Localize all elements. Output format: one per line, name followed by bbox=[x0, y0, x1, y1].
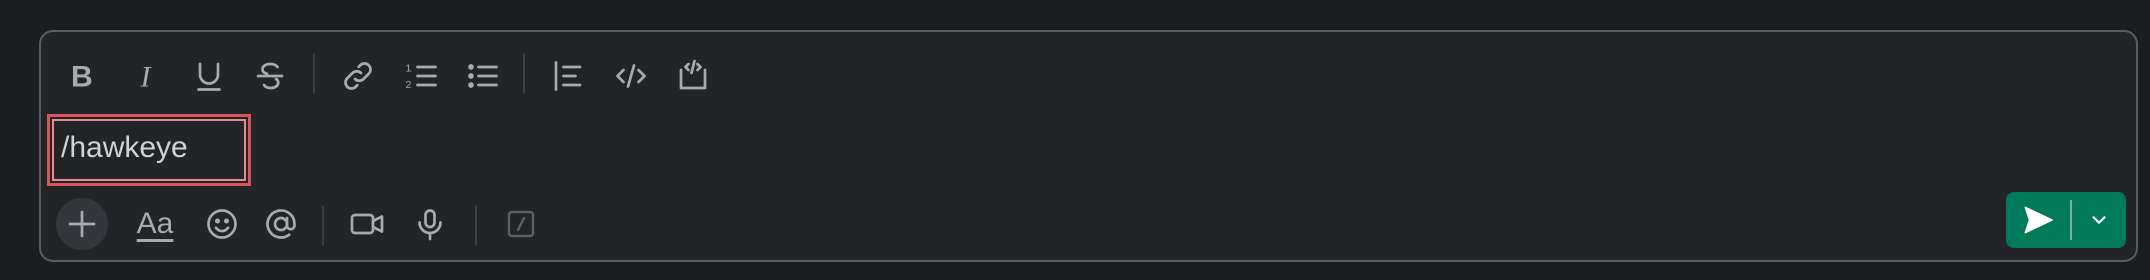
microphone-icon bbox=[418, 209, 442, 241]
mention-icon bbox=[266, 209, 296, 239]
composer-actions: Aa bbox=[41, 192, 2136, 262]
video-button[interactable] bbox=[341, 198, 393, 250]
svg-text:B: B bbox=[71, 61, 93, 94]
message-composer: B I 12 /hawkeye Aa bbox=[39, 30, 2138, 262]
bulleted-list-button[interactable] bbox=[459, 52, 507, 100]
strikethrough-button[interactable] bbox=[246, 52, 294, 100]
code-block-icon bbox=[679, 59, 707, 90]
bold-button[interactable]: B bbox=[59, 52, 107, 100]
send-icon bbox=[2024, 206, 2053, 234]
blockquote-button[interactable] bbox=[544, 52, 592, 100]
actions-divider bbox=[322, 206, 324, 246]
code-block-button[interactable] bbox=[669, 52, 717, 100]
svg-text:1: 1 bbox=[406, 63, 412, 75]
emoji-button[interactable] bbox=[196, 198, 248, 250]
blockquote-icon bbox=[554, 61, 582, 91]
italic-button[interactable]: I bbox=[124, 52, 172, 100]
emoji-icon bbox=[207, 209, 237, 239]
strikethrough-icon bbox=[256, 62, 284, 90]
send-button[interactable] bbox=[2006, 192, 2070, 248]
svg-text:2: 2 bbox=[406, 79, 412, 91]
format-icon: Aa bbox=[136, 207, 174, 240]
send-button-group bbox=[2006, 192, 2126, 248]
formatting-toggle-button[interactable]: Aa bbox=[125, 198, 185, 250]
code-button[interactable] bbox=[607, 52, 655, 100]
shortcuts-button[interactable] bbox=[495, 198, 547, 250]
mention-button[interactable] bbox=[255, 198, 307, 250]
plus-icon bbox=[68, 210, 96, 238]
formatting-toolbar: B I 12 bbox=[41, 32, 2136, 112]
bold-icon: B bbox=[71, 61, 93, 94]
ordered-list-icon: 12 bbox=[406, 63, 437, 91]
toolbar-divider bbox=[313, 54, 315, 94]
italic-icon: I bbox=[140, 61, 153, 94]
link-button[interactable] bbox=[334, 52, 382, 100]
code-icon bbox=[616, 64, 646, 88]
actions-divider bbox=[475, 206, 477, 246]
bulleted-list-icon bbox=[468, 64, 498, 88]
audio-button[interactable] bbox=[404, 198, 456, 250]
underline-button[interactable] bbox=[185, 52, 233, 100]
link-icon bbox=[344, 62, 372, 90]
video-icon bbox=[350, 213, 384, 235]
svg-text:I: I bbox=[140, 61, 153, 94]
message-input[interactable]: /hawkeye bbox=[61, 128, 188, 168]
chevron-down-icon bbox=[2092, 216, 2106, 224]
toolbar-divider bbox=[523, 54, 525, 94]
ordered-list-button[interactable]: 12 bbox=[398, 52, 446, 100]
attach-button[interactable] bbox=[56, 198, 108, 250]
schedule-send-button[interactable] bbox=[2072, 192, 2126, 248]
slash-command-icon bbox=[507, 210, 535, 238]
underline-icon bbox=[197, 62, 221, 91]
